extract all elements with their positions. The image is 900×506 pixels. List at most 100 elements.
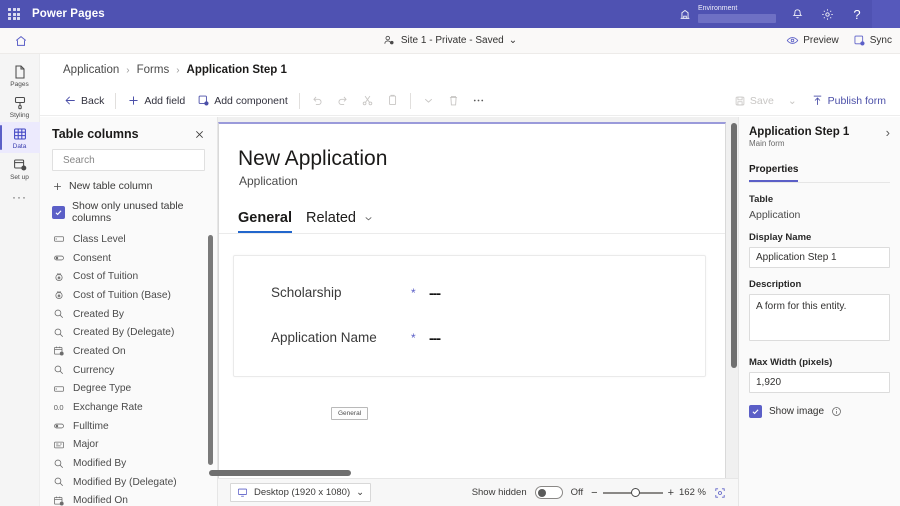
rail-item-setup[interactable]: Set up [0, 153, 40, 184]
table-column-item[interactable]: Modified By (Delegate) [40, 473, 217, 492]
app-brand-title: Power Pages [32, 8, 105, 20]
redo-icon[interactable] [330, 91, 355, 110]
save-button[interactable]: Save [728, 92, 780, 110]
properties-header: Application Step 1 Main form › [749, 117, 890, 148]
site-title-selector[interactable]: Site 1 - Private - Saved ⌄ [383, 34, 517, 47]
divider [115, 92, 117, 109]
table-column-item[interactable]: Cost of Tuition (Base) [40, 286, 217, 305]
form-canvas[interactable]: New Application Application General Rela… [218, 117, 738, 478]
table-column-label: Created By (Delegate) [73, 327, 175, 339]
table-column-label: Modified By [73, 458, 127, 470]
table-column-item[interactable]: Created By (Delegate) [40, 323, 217, 342]
lookup-search-icon [52, 326, 65, 339]
date-time-icon [52, 494, 65, 506]
table-column-item[interactable]: Major [40, 436, 217, 455]
show-image-checkbox[interactable]: Show image [749, 405, 890, 418]
info-circle-icon[interactable] [831, 406, 842, 417]
table-column-item[interactable]: Consent [40, 249, 217, 268]
table-column-item[interactable]: Created By [40, 305, 217, 324]
table-column-label: Created By [73, 308, 124, 320]
zoom-out-button[interactable]: − [591, 487, 597, 499]
form-tab-general[interactable]: General [238, 210, 292, 233]
new-table-column-button[interactable]: New table column [40, 171, 217, 198]
zoom-slider-thumb[interactable] [630, 487, 640, 497]
table-column-item[interactable]: Class Level [40, 230, 217, 249]
table-column-item[interactable]: 0.0 Exchange Rate [40, 398, 217, 417]
table-columns-list[interactable]: Class Level Consent Cost of Tuition Cost of… [40, 230, 217, 506]
notification-bell-icon[interactable] [782, 0, 812, 28]
cut-scissors-icon[interactable] [355, 91, 380, 110]
table-column-item[interactable]: Currency [40, 361, 217, 380]
trash-delete-icon[interactable] [441, 91, 466, 110]
divider [409, 92, 411, 109]
table-column-item[interactable]: Modified By [40, 454, 217, 473]
search-input[interactable] [63, 154, 195, 166]
show-hidden-toggle[interactable] [534, 486, 563, 499]
table-column-label: Class Level [73, 233, 126, 245]
save-options-chevron[interactable]: ⌄ [782, 92, 803, 110]
chevron-down-icon[interactable] [416, 91, 441, 110]
canvas-vertical-scrollbar[interactable] [731, 123, 737, 368]
search-box[interactable] [52, 149, 205, 171]
rail-item-pages[interactable]: Pages [0, 60, 40, 91]
add-component-icon [198, 95, 209, 106]
canvas-horizontal-scrollbar[interactable] [209, 470, 351, 476]
currency-icon [52, 289, 65, 302]
device-chevron-down-icon: ⌄ [356, 487, 365, 498]
close-x-icon[interactable] [194, 129, 205, 140]
form-tab-related[interactable]: Related [306, 210, 356, 233]
waffle-grid-icon[interactable] [0, 0, 28, 28]
table-columns-header: Table columns [40, 117, 217, 147]
max-width-input[interactable] [749, 372, 890, 393]
tab-properties[interactable]: Properties [749, 164, 799, 182]
required-asterisk: * [411, 285, 416, 300]
add-component-button[interactable]: Add component [191, 91, 294, 110]
form-field-group[interactable]: Scholarship * --- Application Name * --- [233, 255, 706, 377]
home-icon[interactable] [0, 28, 42, 54]
field-value: --- [429, 329, 441, 346]
publish-form-button[interactable]: Publish form [805, 91, 892, 110]
sync-button[interactable]: Sync [853, 34, 892, 47]
zoom-slider[interactable] [602, 487, 663, 497]
avatar[interactable] [872, 0, 900, 28]
device-size-selector[interactable]: Desktop (1920 x 1080) ⌄ [230, 483, 372, 502]
columns-panel-scrollbar[interactable] [208, 235, 213, 465]
more-ellipsis-icon[interactable] [466, 91, 491, 110]
checkbox-checked-icon [52, 205, 65, 219]
rail-more-icon[interactable]: ··· [12, 190, 27, 204]
description-textarea[interactable] [749, 294, 890, 341]
related-chevron-down-icon[interactable] [363, 213, 374, 224]
table-column-item[interactable]: Created On [40, 342, 217, 361]
breadcrumb-item-application[interactable]: Application [63, 64, 119, 76]
publish-form-label: Publish form [827, 94, 886, 107]
form-field-scholarship[interactable]: Scholarship * --- [234, 270, 705, 315]
environment-value-redacted[interactable] [698, 14, 776, 23]
preview-button[interactable]: Preview [786, 34, 839, 47]
table-column-item[interactable]: Cost of Tuition [40, 267, 217, 286]
table-column-item[interactable]: Degree Type [40, 380, 217, 399]
copy-icon[interactable] [380, 91, 405, 110]
collapse-panel-chevron-icon[interactable]: › [886, 126, 890, 139]
fit-to-screen-icon[interactable] [714, 487, 726, 499]
breadcrumb-item-forms[interactable]: Forms [137, 64, 170, 76]
rail-label-pages: Pages [10, 81, 29, 88]
add-field-button[interactable]: Add field [121, 91, 191, 110]
canvas-tab-chip[interactable]: General [331, 407, 369, 420]
undo-icon[interactable] [305, 91, 330, 110]
table-column-item[interactable]: Fulltime [40, 417, 217, 436]
display-name-input[interactable] [749, 247, 890, 268]
rail-item-data[interactable]: Data [0, 122, 40, 153]
eye-preview-icon [786, 37, 799, 44]
settings-gear-icon[interactable] [812, 0, 842, 28]
zoom-in-button[interactable]: + [668, 487, 674, 499]
form-sheet[interactable]: New Application Application General Rela… [218, 122, 726, 478]
back-button[interactable]: Back [58, 91, 110, 110]
form-field-application-name[interactable]: Application Name * --- [234, 315, 705, 360]
help-question-icon[interactable]: ? [842, 0, 872, 28]
table-column-label: Cost of Tuition (Base) [73, 289, 171, 301]
table-column-item[interactable]: Modified On [40, 492, 217, 506]
environment-selector[interactable]: Environment [678, 5, 776, 23]
rail-item-styling[interactable]: Styling [0, 91, 40, 122]
show-unused-columns-checkbox[interactable]: Show only unused table columns [40, 198, 217, 232]
new-table-column-label: New table column [69, 180, 153, 192]
